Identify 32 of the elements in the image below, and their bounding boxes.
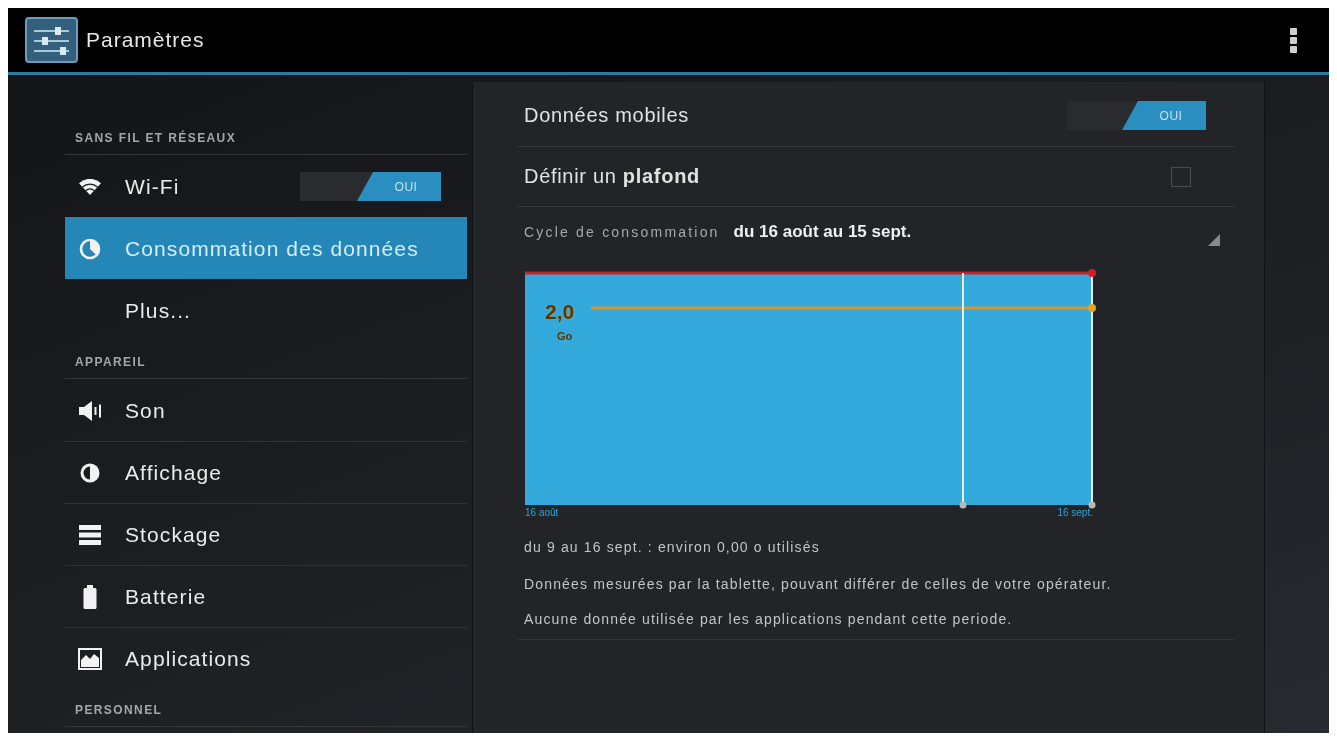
- picture-icon: [78, 647, 102, 670]
- sidebar-item[interactable]: Applications: [65, 627, 467, 689]
- pie-chart-icon: [79, 237, 101, 260]
- stacked-bars-icon: [79, 524, 101, 545]
- info-text: Données mesurées par la tablette, pouvant différer de celles de votre opérateur.: [524, 575, 1113, 594]
- usage-summary: du 9 au 16 sept. : environ 0,00 o utilisés: [524, 538, 821, 557]
- axis-label: 16 sept.: [1057, 507, 1093, 519]
- info-text: Aucune donnée utilisée par les applications pendant cette periode.: [524, 610, 1014, 629]
- wifi-icon: [79, 178, 101, 195]
- sidebar-item[interactable]: Batterie: [65, 565, 467, 627]
- setting-title: Définir un plafond: [524, 165, 700, 188]
- section-header: PERSONNEL: [75, 703, 163, 717]
- dropdown-corner-icon: [1208, 234, 1220, 246]
- overflow-icon: [1290, 27, 1297, 53]
- sidebar-item[interactable]: Stockage: [65, 503, 467, 565]
- app-title: Paramètres: [86, 28, 205, 52]
- sidebar-item[interactable]: Plus...: [65, 279, 467, 341]
- speaker-icon: [78, 400, 102, 421]
- sidebar-item[interactable]: Son: [65, 379, 467, 441]
- axis-label: 16 août: [525, 507, 559, 519]
- checkbox[interactable]: [1171, 166, 1191, 187]
- half-circle-icon: [79, 461, 101, 484]
- section-header: APPAREIL: [75, 355, 146, 369]
- cycle-dropdown[interactable]: du 16 août au 15 sept.: [733, 212, 1220, 252]
- battery-icon: [83, 584, 97, 609]
- sliders-icon: [25, 17, 78, 63]
- field-label: Cycle de consommation: [524, 224, 720, 240]
- section-header: SANS FIL ET RÉSEAUX: [75, 131, 237, 145]
- setting-title: Données mobiles: [524, 104, 690, 127]
- sidebar-item[interactable]: Affichage: [65, 441, 467, 503]
- overflow-menu-button[interactable]: [1290, 27, 1297, 53]
- sidebar-item[interactable]: Wi-Fi OUI: [65, 155, 467, 217]
